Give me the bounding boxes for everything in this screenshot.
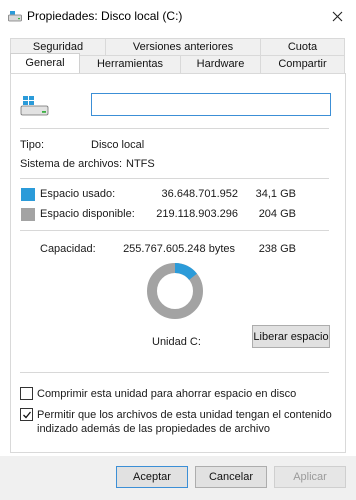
free-space-bytes: 219.118.903.296 — [156, 208, 238, 220]
close-button[interactable] — [326, 5, 348, 27]
index-label-line-2: indizado además de las propiedades de ar… — [37, 423, 270, 435]
ok-button[interactable]: Aceptar — [116, 466, 188, 488]
free-space-swatch — [21, 208, 35, 221]
type-value: Disco local — [91, 139, 145, 151]
index-checkbox[interactable] — [20, 408, 33, 421]
close-icon — [332, 11, 342, 21]
drive-icon — [8, 11, 22, 22]
used-space-label: Espacio usado: — [40, 188, 116, 200]
divider — [20, 178, 329, 179]
compress-label: Comprimir esta unidad para ahorrar espac… — [37, 388, 297, 400]
free-space-label: Espacio disponible: — [40, 208, 135, 220]
tab-general[interactable]: General — [10, 53, 80, 73]
checkmark-icon — [22, 411, 31, 418]
tab-compartir[interactable]: Compartir — [261, 55, 345, 73]
title-bar: Propiedades: Disco local (C:) — [0, 0, 356, 32]
window-title: Propiedades: Disco local (C:) — [27, 9, 183, 23]
tab-hardware[interactable]: Hardware — [181, 55, 261, 73]
free-space-size: 204 GB — [258, 208, 296, 220]
tab-cuota[interactable]: Cuota — [261, 38, 345, 56]
cancel-button[interactable]: Cancelar — [195, 466, 267, 488]
divider — [20, 230, 329, 231]
drive-label: Unidad C: — [152, 336, 201, 348]
capacity-label: Capacidad: — [40, 243, 96, 255]
used-space-swatch — [21, 188, 35, 201]
tab-row-front: General Herramientas Hardware Compartir — [10, 53, 345, 73]
index-label-line-1: Permitir que los archivos de esta unidad… — [37, 409, 332, 421]
volume-name-input[interactable] — [91, 93, 331, 116]
disk-cleanup-button[interactable]: Liberar espacio — [252, 325, 330, 348]
divider — [20, 128, 329, 129]
drive-icon — [20, 96, 49, 116]
used-space-bytes: 36.648.701.952 — [161, 188, 238, 200]
divider — [20, 372, 329, 373]
apply-button[interactable]: Aplicar — [274, 466, 346, 488]
capacity-size: 238 GB — [258, 243, 296, 255]
capacity-bytes: 255.767.605.248 bytes — [123, 243, 235, 255]
disk-usage-donut — [147, 263, 203, 319]
tab-herramientas[interactable]: Herramientas — [80, 55, 181, 73]
filesystem-value: NTFS — [126, 158, 155, 170]
type-label: Tipo: — [20, 139, 45, 151]
used-space-size: 34,1 GB — [255, 188, 296, 200]
filesystem-label: Sistema de archivos: — [20, 158, 123, 170]
compress-checkbox[interactable] — [20, 387, 33, 400]
properties-dialog: Propiedades: Disco local (C:) Seguridad … — [0, 0, 356, 500]
tab-versiones-anteriores[interactable]: Versiones anteriores — [106, 38, 261, 56]
